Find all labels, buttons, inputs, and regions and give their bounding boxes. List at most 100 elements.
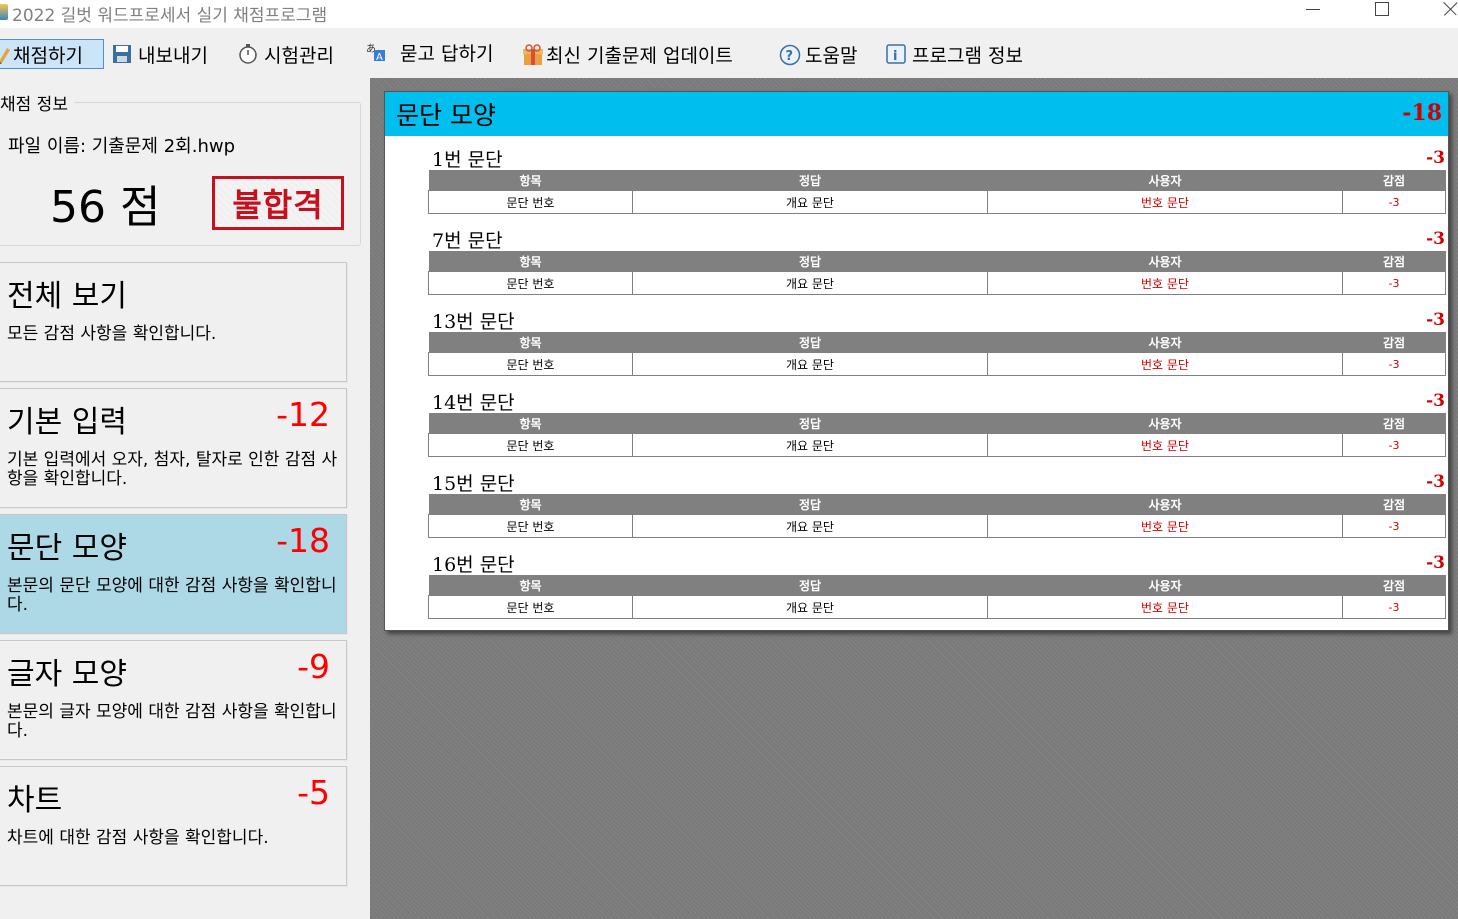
- info-icon: i: [886, 44, 906, 64]
- column-header: 정답: [632, 251, 988, 272]
- column-header: 사용자: [987, 575, 1343, 596]
- deduction-table: 항목 정답 사용자 감점 문단 번호 개요 문단 번호 문단 -3: [428, 251, 1446, 295]
- table-header-row: 항목 정답 사용자 감점: [428, 332, 1446, 353]
- table-cell: 문단 번호: [428, 514, 633, 538]
- category-title: 글자 모양: [7, 657, 127, 692]
- section-title: 14번 문단: [432, 392, 515, 414]
- svg-text:i: i: [893, 49, 897, 64]
- deduction-table: 항목 정답 사용자 감점 문단 번호 개요 문단 번호 문단 -3: [428, 575, 1446, 619]
- section-score: -3: [1426, 148, 1445, 168]
- toolbar-label: 최신 기출문제 업데이트: [546, 44, 733, 67]
- column-header: 감점: [1342, 251, 1446, 272]
- maximize-button[interactable]: [1359, 0, 1405, 28]
- column-header: 감점: [1342, 170, 1446, 191]
- detail-title: 문단 모양: [396, 101, 496, 130]
- table-header-row: 항목 정답 사용자 감점: [428, 170, 1446, 191]
- category-card-char-shape[interactable]: 글자 모양 -9 본문의 글자 모양에 대한 감점 사항을 확인합니다.: [0, 640, 347, 760]
- category-title: 차트: [7, 783, 63, 818]
- column-header: 항목: [428, 413, 633, 434]
- table-cell: 개요 문단: [632, 352, 988, 376]
- table-row: 문단 번호 개요 문단 번호 문단 -3: [428, 595, 1446, 619]
- detail-header: 문단 모양 -18: [385, 92, 1448, 136]
- deduction-table: 항목 정답 사용자 감점 문단 번호 개요 문단 번호 문단 -3: [428, 170, 1446, 214]
- column-header: 사용자: [987, 170, 1343, 191]
- detail-total-score: -18: [1402, 100, 1442, 126]
- score-info-group-label: 채점 정보: [0, 90, 74, 115]
- category-desc: 기본 입력에서 오자, 첨자, 탈자로 인한 감점 사항을 확인합니다.: [7, 450, 338, 489]
- app-icon: [0, 4, 8, 20]
- category-title: 기본 입력: [7, 405, 127, 440]
- table-cell: 개요 문단: [632, 190, 988, 214]
- toolbar-about-button[interactable]: i 프로그램 정보: [886, 39, 1023, 69]
- toolbar-label: 시험관리: [264, 44, 334, 67]
- table-cell: -3: [1342, 595, 1446, 619]
- pencil-icon: [0, 44, 11, 64]
- deduction-section: 14번 문단 -3 항목 정답 사용자 감점 문단 번호 개요 문단 번호 문단 -3: [428, 387, 1446, 467]
- category-score: -5: [297, 773, 330, 812]
- section-title: 15번 문단: [432, 473, 515, 495]
- svg-text:?: ?: [786, 49, 794, 64]
- table-header-row: 항목 정답 사용자 감점: [428, 494, 1446, 515]
- table-cell: 번호 문단: [987, 271, 1343, 295]
- category-card-paragraph-shape[interactable]: 문단 모양 -18 본문의 문단 모양에 대한 감점 사항을 확인합니다.: [0, 514, 347, 634]
- file-name: 파일 이름: 기출문제 2회.hwp: [8, 136, 235, 157]
- table-cell: 문단 번호: [428, 190, 633, 214]
- toolbar-label: 내보내기: [138, 44, 208, 67]
- category-card-all[interactable]: 전체 보기 모든 감점 사항을 확인합니다.: [0, 262, 347, 382]
- minimize-button[interactable]: [1290, 0, 1336, 28]
- deduction-section: 7번 문단 -3 항목 정답 사용자 감점 문단 번호 개요 문단 번호 문단 -3: [428, 225, 1446, 305]
- category-score: -9: [297, 647, 330, 686]
- translate-icon: あA: [366, 42, 386, 63]
- deduction-section: 13번 문단 -3 항목 정답 사용자 감점 문단 번호 개요 문단 번호 문단 -3: [428, 306, 1446, 386]
- toolbar-update-button[interactable]: 최신 기출문제 업데이트: [522, 39, 733, 69]
- window-title: 2022 길벗 워드프로세서 실기 채점프로그램: [12, 6, 328, 26]
- floppy-disk-icon: [112, 44, 132, 64]
- table-cell: 문단 번호: [428, 271, 633, 295]
- category-card-chart[interactable]: 차트 -5 차트에 대한 감점 사항을 확인합니다.: [0, 766, 347, 886]
- left-panel: 채점 정보 파일 이름: 기출문제 2회.hwp 56 점 불합격 전체 보기 …: [0, 78, 370, 919]
- column-header: 감점: [1342, 494, 1446, 515]
- deduction-table: 항목 정답 사용자 감점 문단 번호 개요 문단 번호 문단 -3: [428, 332, 1446, 376]
- toolbar-help-button[interactable]: ? 도움말: [779, 39, 857, 69]
- table-row: 문단 번호 개요 문단 번호 문단 -3: [428, 514, 1446, 538]
- table-cell: 번호 문단: [987, 595, 1343, 619]
- column-header: 사용자: [987, 332, 1343, 353]
- toolbar-export-button[interactable]: 내보내기: [112, 39, 208, 69]
- category-desc: 차트에 대한 감점 사항을 확인합니다.: [7, 828, 269, 848]
- column-header: 정답: [632, 575, 988, 596]
- table-header-row: 항목 정답 사용자 감점: [428, 251, 1446, 272]
- svg-text:A: A: [376, 52, 383, 62]
- toolbar-qna-button[interactable]: あA 묻고 답하기: [366, 37, 493, 67]
- column-header: 정답: [632, 332, 988, 353]
- category-score: -18: [276, 521, 330, 560]
- detail-document: 문단 모양 -18 1번 문단 -3 항목 정답 사용자 감점 문단 번호 개요 문단 번호 문…: [384, 91, 1449, 631]
- category-card-basic-input[interactable]: 기본 입력 -12 기본 입력에서 오자, 첨자, 탈자로 인한 감점 사항을 …: [0, 388, 347, 508]
- table-cell: -3: [1342, 190, 1446, 214]
- deduction-section: 1번 문단 -3 항목 정답 사용자 감점 문단 번호 개요 문단 번호 문단 -3: [428, 144, 1446, 224]
- column-header: 항목: [428, 494, 633, 515]
- detail-area[interactable]: 문단 모양 -18 1번 문단 -3 항목 정답 사용자 감점 문단 번호 개요 문단 번호 문…: [370, 78, 1458, 919]
- column-header: 사용자: [987, 494, 1343, 515]
- toolbar-exam-manage-button[interactable]: 시험관리: [238, 39, 334, 69]
- toolbar-label: 도움말: [805, 44, 858, 67]
- table-cell: -3: [1342, 433, 1446, 457]
- section-score: -3: [1426, 391, 1445, 411]
- column-header: 정답: [632, 170, 988, 191]
- toolbar-grade-button[interactable]: 채점하기: [0, 39, 104, 69]
- close-button[interactable]: [1428, 0, 1458, 28]
- toolbar: 채점하기 내보내기 시험관리 あA 묻고 답하기 최신 기출문제 업데이트 ? …: [0, 30, 1458, 76]
- deduction-section: 16번 문단 -3 항목 정답 사용자 감점 문단 번호 개요 문단 번호 문단 -3: [428, 549, 1446, 629]
- column-header: 감점: [1342, 332, 1446, 353]
- section-score: -3: [1426, 472, 1445, 492]
- table-cell: 개요 문단: [632, 514, 988, 538]
- column-header: 항목: [428, 170, 633, 191]
- section-title: 16번 문단: [432, 554, 515, 576]
- category-desc: 본문의 글자 모양에 대한 감점 사항을 확인합니다.: [7, 702, 337, 741]
- title-bar: 2022 길벗 워드프로세서 실기 채점프로그램: [0, 0, 1458, 28]
- category-desc: 본문의 문단 모양에 대한 감점 사항을 확인합니다.: [7, 576, 337, 615]
- toolbar-label: 묻고 답하기: [400, 42, 494, 65]
- column-header: 정답: [632, 494, 988, 515]
- section-score: -3: [1426, 310, 1445, 330]
- section-score: -3: [1426, 229, 1445, 249]
- toolbar-label: 프로그램 정보: [912, 44, 1023, 67]
